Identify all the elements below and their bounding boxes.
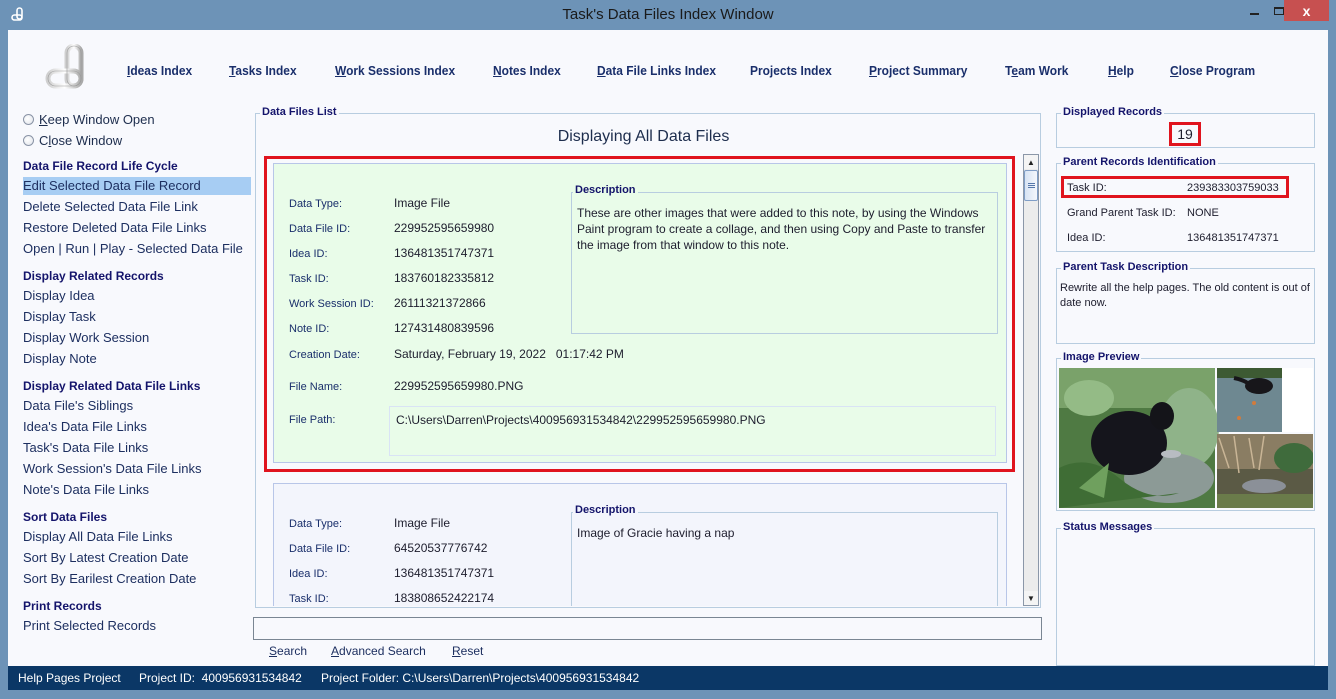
minimize-icon bbox=[1249, 12, 1259, 15]
scroll-thumb[interactable] bbox=[1024, 170, 1038, 201]
radio-button-icon bbox=[23, 134, 34, 146]
nav-notes-index[interactable]: Notes Index bbox=[493, 63, 561, 78]
advanced-search-button[interactable]: Advanced Search bbox=[331, 644, 426, 658]
sidebar-item-display-note[interactable]: Display Note bbox=[23, 350, 251, 368]
app-logo-link-icon bbox=[45, 44, 84, 89]
project-folder: Project Folder: C:\Users\Darren\Projects… bbox=[321, 671, 640, 685]
scroll-up-arrow-icon[interactable]: ▲ bbox=[1024, 155, 1038, 169]
list-title: Displaying All Data Files bbox=[557, 128, 730, 145]
nav-team-work[interactable]: Team Work bbox=[1005, 63, 1068, 78]
parent-records-panel: Parent Records Identification Task ID: 2… bbox=[1056, 156, 1315, 252]
minimize-button[interactable] bbox=[1241, 0, 1267, 21]
description-text: Image of Gracie having a nap bbox=[577, 526, 735, 540]
sidebar-item-print-selected[interactable]: Print Selected Records bbox=[23, 617, 251, 635]
radio-label: Close Window bbox=[39, 132, 123, 148]
image-preview-photo[interactable] bbox=[1059, 368, 1313, 508]
parent-task-description-panel: Parent Task Description Rewrite all the … bbox=[1056, 261, 1315, 344]
nav-help[interactable]: Help bbox=[1108, 63, 1134, 78]
records-scrollbar[interactable]: ▲ ▼ bbox=[1023, 154, 1039, 606]
displayed-records-panel: Displayed Records 19 bbox=[1056, 106, 1315, 148]
parent-task-description-legend: Parent Task Description bbox=[1061, 261, 1191, 273]
window-client: Ideas Index Tasks Index Work Sessions In… bbox=[8, 30, 1328, 690]
sidebar-item-siblings[interactable]: Data File's Siblings bbox=[23, 397, 251, 415]
idea-id-label: Idea ID: bbox=[289, 568, 328, 580]
window-title: Task's Data Files Index Window bbox=[562, 6, 774, 23]
sidebar-item-task-links[interactable]: Task's Data File Links bbox=[23, 439, 251, 457]
project-id: Project ID: 400956931534842 bbox=[139, 671, 302, 685]
sidebar-item-sort-earliest[interactable]: Sort By Earilest Creation Date bbox=[23, 570, 251, 588]
data-type-value: Image File bbox=[394, 516, 451, 530]
sidebar-item-display-idea[interactable]: Display Idea bbox=[23, 287, 251, 305]
description-legend: Description bbox=[573, 504, 638, 516]
image-preview-legend: Image Preview bbox=[1061, 351, 1142, 363]
status-messages-legend: Status Messages bbox=[1061, 521, 1155, 533]
nav-close-program[interactable]: Close Program bbox=[1170, 63, 1255, 78]
task-id-label: Task ID: bbox=[289, 593, 329, 605]
sidebar-item-open-run-play[interactable]: Open | Run | Play - Selected Data File bbox=[23, 240, 251, 258]
idea-id-value: 136481351747371 bbox=[394, 566, 495, 580]
maximize-icon bbox=[1274, 6, 1284, 15]
nav-work-sessions-index[interactable]: Work Sessions Index bbox=[335, 63, 455, 78]
parent-idea-id-label: Idea ID: bbox=[1067, 232, 1106, 244]
section-heading-life-cycle: Data File Record Life Cycle bbox=[23, 159, 178, 173]
parent-idea-id-row: Idea ID: 136481351747371 bbox=[1067, 232, 1279, 244]
sidebar-item-work-session-links[interactable]: Work Session's Data File Links bbox=[23, 460, 251, 478]
sidebar-item-edit-record[interactable]: Edit Selected Data File Record bbox=[23, 177, 251, 195]
status-messages-panel: Status Messages bbox=[1056, 521, 1315, 666]
keep-window-open-radio[interactable]: Keep Window Open bbox=[23, 110, 155, 128]
parent-task-id-row: Task ID: 239383303759033 bbox=[1067, 182, 1279, 194]
section-heading-related-links: Display Related Data File Links bbox=[23, 379, 201, 393]
data-files-list-legend: Data Files List bbox=[260, 106, 339, 118]
close-icon: x bbox=[1302, 2, 1311, 19]
sidebar-item-sort-latest[interactable]: Sort By Latest Creation Date bbox=[23, 549, 251, 567]
parent-idea-id-value: 136481351747371 bbox=[1187, 232, 1279, 244]
close-window-radio[interactable]: Close Window bbox=[23, 131, 122, 149]
data-files-list-panel: Data Files List Displaying All Data File… bbox=[255, 106, 1041, 608]
scroll-down-arrow-icon[interactable]: ▼ bbox=[1024, 591, 1038, 605]
nav-project-summary[interactable]: Project Summary bbox=[869, 63, 967, 78]
section-heading-related-records: Display Related Records bbox=[23, 269, 164, 283]
nav-ideas-index[interactable]: Ideas Index bbox=[127, 63, 192, 78]
sidebar-item-restore-links[interactable]: Restore Deleted Data File Links bbox=[23, 219, 251, 237]
parent-task-id-label: Task ID: bbox=[1067, 182, 1107, 194]
sidebar-item-delete-link[interactable]: Delete Selected Data File Link bbox=[23, 198, 251, 216]
parent-task-id-value: 239383303759033 bbox=[1187, 182, 1279, 194]
task-id-value: 183808652422174 bbox=[394, 591, 495, 605]
grand-parent-task-id-value: NONE bbox=[1187, 207, 1219, 219]
status-bar: Help Pages Project Project ID: 400956931… bbox=[8, 666, 1328, 690]
search-input[interactable] bbox=[253, 617, 1042, 640]
description-box: Description Image of Gracie having a nap bbox=[571, 504, 998, 606]
image-preview-panel: Image Preview bbox=[1056, 351, 1315, 511]
sidebar-item-idea-links[interactable]: Idea's Data File Links bbox=[23, 418, 251, 436]
sidebar-item-note-links[interactable]: Note's Data File Links bbox=[23, 481, 251, 499]
grand-parent-task-id-label: Grand Parent Task ID: bbox=[1067, 207, 1176, 219]
search-button[interactable]: Search bbox=[269, 644, 307, 658]
grand-parent-task-id-row: Grand Parent Task ID: NONE bbox=[1067, 207, 1219, 219]
data-file-record[interactable]: Data Type: Image File Data File ID: 6452… bbox=[273, 483, 1007, 606]
records-scroll-area: Data Type: Image File Data File ID: 2299… bbox=[256, 154, 1023, 606]
section-heading-print: Print Records bbox=[23, 599, 102, 613]
section-heading-sort: Sort Data Files bbox=[23, 510, 108, 524]
reset-button[interactable]: Reset bbox=[452, 644, 483, 658]
radio-button-icon bbox=[23, 113, 34, 125]
displayed-records-legend: Displayed Records bbox=[1061, 106, 1165, 118]
parent-task-description-text: Rewrite all the help pages. The old cont… bbox=[1060, 282, 1310, 309]
title-bar: Task's Data Files Index Window x bbox=[0, 0, 1336, 30]
selected-record-highlight bbox=[264, 156, 1015, 472]
nav-data-file-links-index[interactable]: Data File Links Index bbox=[597, 63, 716, 78]
data-file-id-label: Data File ID: bbox=[289, 543, 351, 555]
radio-label: Keep Window Open bbox=[39, 111, 155, 127]
sidebar-item-display-task[interactable]: Display Task bbox=[23, 308, 251, 326]
data-file-id-value: 64520537776742 bbox=[394, 541, 488, 555]
sidebar-item-display-work-session[interactable]: Display Work Session bbox=[23, 329, 251, 347]
project-name: Help Pages Project bbox=[18, 671, 121, 685]
parent-records-legend: Parent Records Identification bbox=[1061, 156, 1218, 168]
close-button[interactable]: x bbox=[1284, 0, 1329, 21]
nav-tasks-index[interactable]: Tasks Index bbox=[229, 63, 297, 78]
data-type-label: Data Type: bbox=[289, 518, 342, 530]
record-count: 19 bbox=[1169, 122, 1201, 146]
sidebar-item-display-all[interactable]: Display All Data File Links bbox=[23, 528, 251, 546]
nav-projects-index[interactable]: Projects Index bbox=[750, 63, 832, 78]
